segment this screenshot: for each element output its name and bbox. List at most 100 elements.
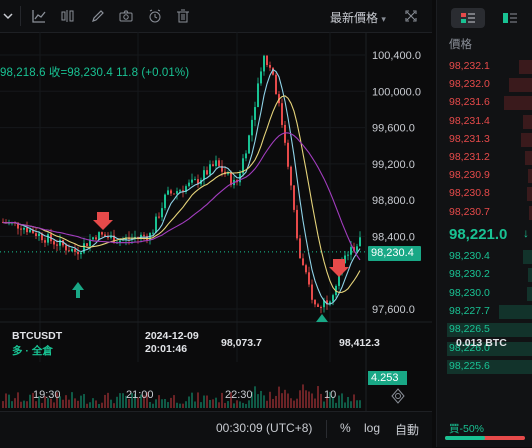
ask-row[interactable]: 98,231.6	[437, 94, 532, 112]
volume-bar	[89, 402, 91, 408]
candle-body	[281, 103, 283, 125]
candle-body	[101, 232, 103, 235]
log-scale-toggle[interactable]: log	[364, 421, 380, 435]
bid-row[interactable]: 98,230.2	[437, 266, 532, 284]
volume-bar	[227, 401, 229, 408]
volume-bar	[272, 398, 274, 408]
candle-body	[29, 229, 31, 233]
ask-row[interactable]: 98,232.0	[437, 76, 532, 94]
line-chart-icon[interactable]	[31, 8, 47, 24]
book-view-bids-button[interactable]	[493, 8, 527, 28]
candle-body	[176, 191, 178, 194]
volume-bar	[293, 400, 295, 408]
bid-price: 98,230.4	[449, 250, 490, 262]
bid-row[interactable]: 98,230.4	[437, 248, 532, 266]
volume-bar	[107, 392, 109, 408]
candle-body	[317, 304, 319, 307]
volume-bar	[191, 392, 193, 408]
utc-clock[interactable]: 00:30:09 (UTC+8)	[216, 421, 312, 435]
ask-row[interactable]: 98,231.4	[437, 113, 532, 131]
ask-row[interactable]: 98,230.7	[437, 204, 532, 222]
volume-bar	[29, 394, 31, 408]
candle-body	[206, 170, 208, 175]
volume-bar	[254, 386, 256, 408]
camera-icon[interactable]	[118, 8, 134, 24]
volume-bar	[173, 395, 175, 408]
candle-body	[269, 65, 271, 68]
bid-price: 98,230.0	[449, 286, 490, 299]
bid-depth-bar	[523, 250, 532, 264]
volume-bar	[284, 389, 286, 408]
divider	[20, 6, 21, 26]
candle-body	[290, 166, 292, 186]
candle-body	[284, 124, 286, 143]
candle-body	[350, 247, 352, 255]
ask-row[interactable]: 98,230.8	[437, 185, 532, 203]
volume-bar	[26, 401, 28, 408]
ask-row[interactable]: 98,230.9	[437, 167, 532, 185]
ask-depth-bar	[521, 132, 532, 147]
candle-body	[248, 135, 250, 154]
volume-bar	[167, 402, 169, 408]
ask-price: 98,231.4	[449, 114, 490, 127]
candle-body	[275, 74, 277, 95]
candle-body	[299, 238, 301, 259]
candle-body	[308, 272, 310, 285]
bid-row[interactable]: 98,225.6	[437, 358, 532, 376]
volume-bar	[296, 398, 298, 408]
volume-bar	[122, 393, 124, 408]
candle-body	[65, 245, 67, 251]
volume-bar	[83, 394, 85, 408]
ask-depth-bar	[504, 96, 532, 111]
percent-scale-toggle[interactable]: %	[340, 421, 351, 435]
ask-row[interactable]: 98,231.2	[437, 149, 532, 167]
alarm-clock-icon[interactable]	[147, 8, 163, 24]
fullscreen-icon[interactable]	[403, 8, 419, 24]
ask-row[interactable]: 98,232.1	[437, 58, 532, 76]
current-price-tag: 98,230.4	[368, 246, 421, 261]
volume-bar	[233, 403, 235, 408]
volume-bar	[239, 401, 241, 408]
axis-settings-icon[interactable]	[390, 388, 406, 404]
trash-icon[interactable]	[175, 8, 191, 24]
volume-bar	[236, 400, 238, 408]
price-tick: 98,400.0	[372, 231, 415, 243]
entry-price: 98,073.7	[221, 337, 262, 349]
volume-bar	[11, 401, 13, 408]
candle-body	[218, 160, 220, 166]
chevron-down-icon[interactable]	[0, 8, 16, 24]
bid-row[interactable]: 98,227.7	[437, 303, 532, 321]
price-direction-arrow: ↓	[523, 226, 529, 240]
volume-bar	[65, 395, 67, 408]
candle-body	[209, 164, 211, 175]
price-tick: 100,400.0	[372, 50, 421, 62]
book-view-both-button[interactable]	[451, 8, 485, 28]
volume-bar	[212, 399, 214, 408]
dropdown-arrow-icon: ▾	[381, 14, 386, 24]
candle-body	[53, 241, 55, 245]
indicator-icon[interactable]	[60, 8, 76, 24]
volume-bar	[245, 403, 247, 408]
bid-row[interactable]: 98,230.0	[437, 285, 532, 303]
candle-body	[23, 227, 25, 230]
bid-depth-bar	[528, 268, 532, 283]
price-type-select[interactable]: 最新價格 ▾	[330, 9, 386, 26]
sell-marker-arrow	[93, 212, 113, 230]
auto-scale-toggle[interactable]: 自動	[395, 421, 419, 438]
volume-bar	[116, 396, 118, 408]
volume-bar	[110, 399, 112, 408]
volume-bar	[5, 393, 7, 408]
last-price: 98,221.0	[449, 226, 508, 243]
volume-bar	[158, 395, 160, 408]
candle-body	[77, 251, 79, 255]
position-quantity: 0.013 BTC	[456, 337, 507, 349]
draw-pen-icon[interactable]	[90, 8, 106, 24]
symbol-label: BTCUSDT	[12, 330, 63, 342]
ratio-bar-buy	[445, 436, 485, 440]
candle-body	[320, 306, 322, 308]
candle-body	[80, 252, 82, 255]
ask-row[interactable]: 98,231.3	[437, 131, 532, 149]
price-tick: 98,800.0	[372, 195, 415, 207]
buy-marker-arrow	[72, 282, 84, 298]
candle-body	[359, 237, 361, 247]
